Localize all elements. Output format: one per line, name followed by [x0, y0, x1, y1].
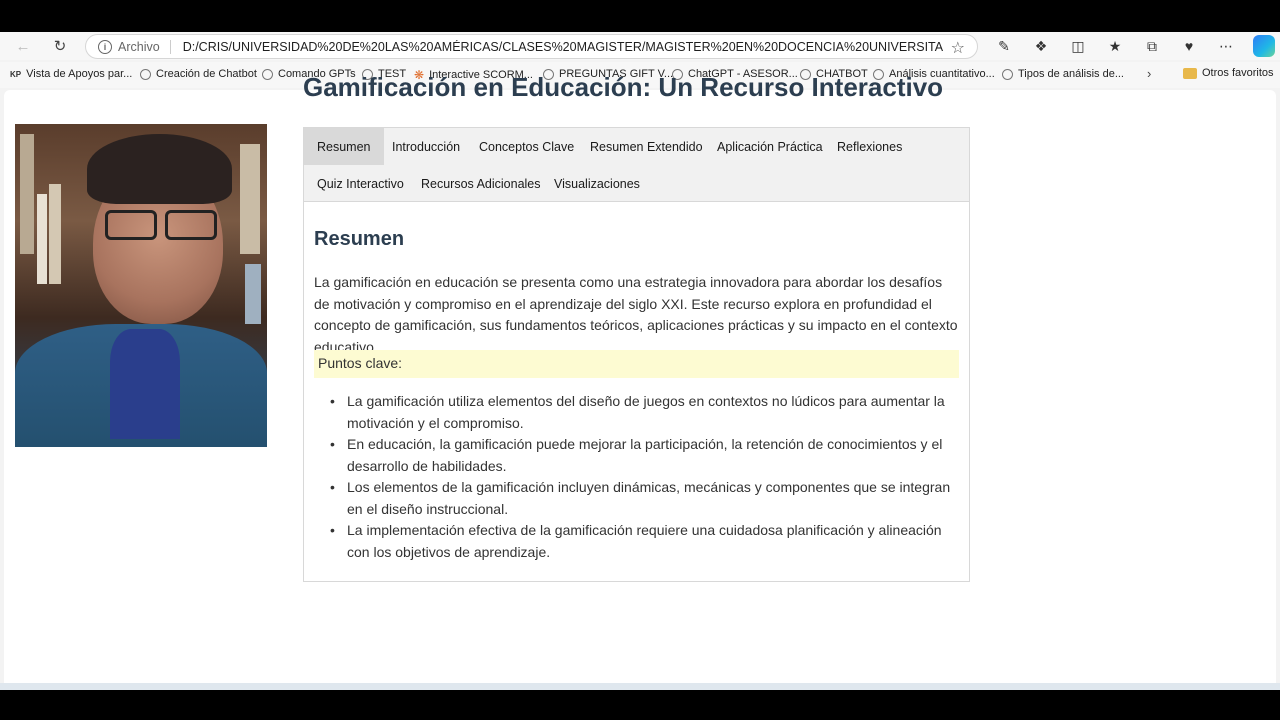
collections-icon[interactable]: ⧉: [1138, 33, 1166, 59]
chatgpt-icon: [1002, 68, 1013, 80]
extension-pen-icon[interactable]: ✎: [990, 33, 1018, 59]
list-item: La implementación efectiva de la gamific…: [330, 520, 959, 563]
address-separator: [169, 39, 171, 54]
browser-toolbar: ← ↻ i Archivo D:/CRIS/UNIVERSIDAD%20DE%2…: [0, 32, 1280, 60]
tab-resumen[interactable]: Resumen: [304, 128, 384, 165]
presenter-shirt: [110, 329, 180, 439]
browser-essentials-icon[interactable]: ♥: [1175, 33, 1203, 59]
tab-conceptos-clave[interactable]: Conceptos Clave: [466, 128, 587, 165]
folder-icon: [1183, 67, 1197, 79]
tab-bar: Resumen Introducción Conceptos Clave Res…: [304, 128, 969, 202]
tab-quiz-interactivo[interactable]: Quiz Interactivo: [304, 165, 417, 202]
list-item: La gamificación utiliza elementos del di…: [330, 391, 959, 434]
extensions-puzzle-icon[interactable]: ❖: [1027, 33, 1055, 59]
bookshelf-book: [49, 184, 61, 284]
copilot-icon[interactable]: [1253, 35, 1275, 57]
split-screen-icon[interactable]: ◫: [1064, 33, 1092, 59]
bookshelf-book: [20, 134, 34, 254]
key-points-list: La gamificación utiliza elementos del di…: [330, 391, 959, 563]
presenter-video: [15, 124, 267, 447]
chatgpt-icon: [262, 68, 273, 80]
content-card: Resumen Introducción Conceptos Clave Res…: [303, 127, 970, 582]
page-title: Gamificación en Educación: Un Recurso In…: [303, 72, 944, 102]
bookmark-label: Creación de Chatbot: [156, 68, 257, 80]
favorites-icon[interactable]: ★: [1101, 33, 1129, 59]
tab-recursos-adicionales[interactable]: Recursos Adicionales: [408, 165, 554, 202]
glasses-left: [105, 210, 157, 240]
tab-reflexiones[interactable]: Reflexiones: [824, 128, 915, 165]
presenter-hair: [87, 134, 232, 204]
tab-visualizaciones[interactable]: Visualizaciones: [541, 165, 653, 202]
reload-icon[interactable]: ↻: [46, 33, 74, 59]
chevron-right-icon[interactable]: ›: [1147, 66, 1151, 81]
tab-resumen-extendido[interactable]: Resumen Extendido: [577, 128, 716, 165]
kp-icon: KP: [10, 69, 22, 79]
tab-aplicacion-practica[interactable]: Aplicación Práctica: [704, 128, 836, 165]
tab-introduccion[interactable]: Introducción: [379, 128, 473, 165]
favorite-star-icon[interactable]: ☆: [951, 38, 965, 58]
intro-paragraph: La gamificación en educación se presenta…: [314, 274, 958, 355]
bookmark-item[interactable]: Tipos de análisis de...: [1002, 68, 1124, 80]
other-favorites[interactable]: Otros favoritos: [1183, 67, 1274, 79]
address-bar[interactable]: i Archivo D:/CRIS/UNIVERSIDAD%20DE%20LAS…: [85, 34, 978, 59]
other-favorites-label: Otros favoritos: [1202, 67, 1274, 79]
key-points-heading: Puntos clave:: [314, 350, 959, 378]
more-options-icon[interactable]: ⋯: [1212, 33, 1240, 59]
protocol-label: Archivo: [118, 39, 160, 54]
section-title: Resumen: [314, 228, 405, 250]
glasses-right: [165, 210, 217, 240]
toolbar-extensions: ✎ ❖ ◫ ★ ⧉ ♥ ⋯: [990, 32, 1275, 60]
bookshelf-book: [245, 264, 261, 324]
bottom-letterbox: [0, 690, 1280, 720]
bookmark-label: Vista de Apoyos par...: [26, 68, 133, 80]
list-item: Los elementos de la gamificación incluye…: [330, 477, 959, 520]
back-arrow-icon[interactable]: ←: [9, 33, 37, 59]
bookmark-label: Tipos de análisis de...: [1018, 68, 1124, 80]
chatgpt-icon: [140, 68, 151, 80]
info-icon[interactable]: i: [98, 39, 112, 54]
bookshelf-book: [240, 144, 260, 254]
bookmark-item[interactable]: KP Vista de Apoyos par...: [10, 68, 132, 80]
list-item: En educación, la gamificación puede mejo…: [330, 434, 959, 477]
bookshelf-book: [37, 194, 47, 284]
taskbar-strip: [0, 683, 1280, 690]
screen: ← ↻ i Archivo D:/CRIS/UNIVERSIDAD%20DE%2…: [0, 0, 1280, 720]
url-text[interactable]: D:/CRIS/UNIVERSIDAD%20DE%20LAS%20AMÉRICA…: [183, 40, 943, 54]
bookmark-item[interactable]: Creación de Chatbot: [140, 68, 257, 80]
top-letterbox: [0, 0, 1280, 32]
